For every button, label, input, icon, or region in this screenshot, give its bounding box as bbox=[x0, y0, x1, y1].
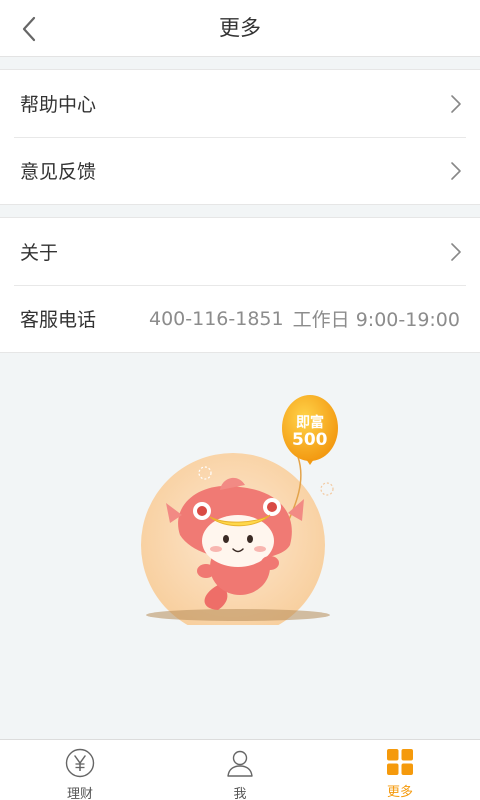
customer-service-label: 客服电话 bbox=[20, 309, 97, 331]
chevron-right-icon bbox=[451, 242, 461, 261]
menu-group-about: 关于 客服电话 400-116-1851 工作日 9:00-19:00 bbox=[0, 217, 480, 353]
tab-me-label: 我 bbox=[233, 787, 247, 800]
about-item[interactable]: 关于 bbox=[0, 218, 480, 285]
user-icon bbox=[227, 750, 253, 777]
feedback-label: 意见反馈 bbox=[20, 161, 97, 183]
balloon-text-bottom: 500 bbox=[292, 430, 328, 450]
feedback-item[interactable]: 意见反馈 bbox=[0, 137, 480, 204]
tab-more-label: 更多 bbox=[386, 785, 413, 800]
service-hours: 工作日 9:00-19:00 bbox=[292, 309, 460, 331]
about-label: 关于 bbox=[20, 242, 59, 264]
navigation-bar: 更多 bbox=[0, 0, 480, 57]
help-center-label: 帮助中心 bbox=[20, 94, 97, 116]
tab-me[interactable]: 我 bbox=[160, 740, 320, 800]
page-title: 更多 bbox=[219, 16, 261, 40]
service-phone-number[interactable]: 400-116-1851 bbox=[149, 308, 284, 330]
chevron-right-icon bbox=[451, 161, 461, 180]
tab-bar: 理财 我 更多 bbox=[0, 739, 480, 800]
menu-group-help: 帮助中心 意见反馈 bbox=[0, 69, 480, 205]
balloon-text-top: 即富 bbox=[296, 414, 324, 431]
grid-icon bbox=[387, 749, 413, 775]
chevron-right-icon bbox=[451, 94, 461, 113]
tab-finance-label: 理财 bbox=[66, 787, 93, 800]
yen-circle-icon bbox=[65, 748, 95, 778]
help-center-item[interactable]: 帮助中心 bbox=[0, 70, 480, 137]
tab-finance[interactable]: 理财 bbox=[0, 740, 160, 800]
mascot-illustration: 即富 500 bbox=[141, 395, 338, 625]
customer-service-item[interactable]: 客服电话 400-116-1851 工作日 9:00-19:00 bbox=[0, 285, 480, 352]
tab-more[interactable]: 更多 bbox=[320, 740, 480, 800]
